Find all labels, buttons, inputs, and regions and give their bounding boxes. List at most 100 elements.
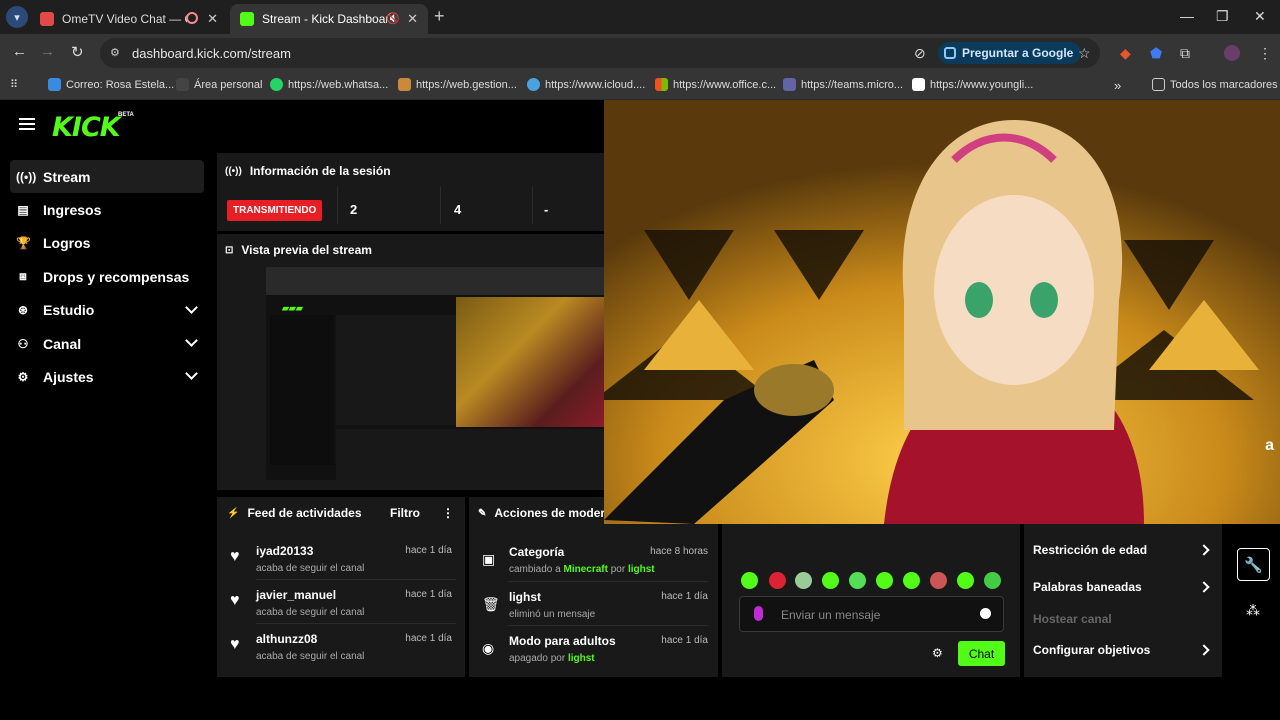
stream-preview-thumbnail[interactable]: ▰▰▰ [266, 267, 604, 480]
bookmark-item[interactable]: https://web.whatsa... [270, 78, 388, 91]
bookmark-item[interactable]: https://www.youngli... [912, 78, 1033, 91]
bookmark-item[interactable]: https://web.gestion... [398, 78, 517, 91]
tab-ometv[interactable]: OmeTV Video Chat — Ome ✕ [30, 4, 228, 34]
session-stat: 2 [350, 202, 358, 217]
divider [440, 186, 441, 224]
activity-feed-title: ⚡ Feed de actividades [227, 506, 362, 520]
bolt-icon: ⚡ [227, 507, 240, 519]
heart-icon: ♥ [230, 548, 240, 565]
extension-shield-icon[interactable]: ⬟ [1150, 45, 1162, 62]
emote-icon[interactable] [957, 572, 974, 589]
divider [532, 186, 533, 224]
emote-icon[interactable] [984, 572, 1001, 589]
emote-icon[interactable] [822, 572, 839, 589]
trash-icon: 🗑 [482, 596, 500, 612]
emote-icon[interactable] [876, 572, 893, 589]
back-icon[interactable]: ← [12, 43, 27, 60]
eye-off-icon[interactable]: ⊘ [914, 45, 926, 62]
tab-title: Stream - Kick Dashboard [262, 12, 387, 26]
feed-options-icon[interactable]: ⋮ [442, 506, 454, 520]
close-tab-icon[interactable]: ✕ [207, 11, 218, 27]
banned-words-item[interactable]: Palabras baneadas [1033, 580, 1142, 594]
maximize-icon[interactable]: ❐ [1216, 8, 1229, 25]
url-text: dashboard.kick.com/stream [132, 45, 291, 61]
broadcast-icon: ((•)) [16, 169, 37, 184]
menu-dots-icon[interactable]: ⋮ [1258, 45, 1272, 62]
muted-icon[interactable]: 🔇 [386, 12, 400, 25]
divider [256, 623, 456, 624]
apps-icon[interactable]: ⠿ [10, 78, 18, 91]
sidebar-item-estudio[interactable]: ⊛ Estudio [10, 294, 204, 327]
bookmarks-bar: ⠿ Correo: Rosa Estela... Área personal h… [0, 72, 1280, 100]
emote-icon[interactable] [903, 572, 920, 589]
emote-icon[interactable] [849, 572, 866, 589]
feed-item: ♥ javier_manuel hace 1 día acaba de segu… [230, 588, 452, 618]
live-status-badge: TRANSMITIENDO [227, 200, 323, 221]
sidebar-item-ingresos[interactable]: ▤ Ingresos [10, 193, 204, 226]
more-bookmarks-button[interactable]: » [1114, 78, 1121, 93]
session-stat: - [544, 202, 549, 217]
star-icon[interactable]: ☆ [1078, 45, 1091, 62]
emote-icon[interactable] [769, 572, 786, 589]
close-window-icon[interactable]: ✕ [1254, 8, 1266, 25]
sidebar-item-drops[interactable]: ⧆ Drops y recompensas [10, 260, 204, 293]
site-info-icon[interactable]: ⚙ [110, 46, 124, 60]
mod-actions-title: ✎ Acciones de moder [478, 506, 606, 520]
profile-avatar[interactable] [1224, 45, 1240, 61]
kick-favicon-icon [240, 12, 254, 26]
chat-settings-gear-icon[interactable]: ⚙ [932, 646, 943, 660]
tab-title: OmeTV Video Chat — Ome [62, 12, 187, 26]
mod-item: ◉ Modo para adultos hace 1 día apagado p… [482, 634, 708, 664]
ometv-favicon-icon [40, 12, 54, 26]
gear-icon: ⚙ [17, 370, 29, 385]
new-tab-button[interactable]: + [434, 6, 445, 27]
bookmark-item[interactable]: https://www.icloud.... [527, 78, 645, 91]
close-tab-icon[interactable]: ✕ [407, 11, 418, 27]
age-restriction-item[interactable]: Restricción de edad [1033, 543, 1147, 557]
feed-item: ♥ althunzz08 hace 1 día acaba de seguir … [230, 632, 452, 662]
forward-icon[interactable]: → [40, 43, 55, 60]
minimize-icon[interactable]: — [1180, 8, 1194, 24]
sidebar-item-stream[interactable]: ((•)) Stream [10, 160, 204, 194]
category-icon: ▣ [482, 551, 496, 567]
chevron-down-icon [185, 367, 198, 381]
extension-fox-icon[interactable]: ◆ [1120, 45, 1131, 62]
emote-icon[interactable] [930, 572, 947, 589]
ask-google-button[interactable]: Preguntar a Google [938, 42, 1082, 64]
tab-search-button[interactable]: ▾ [6, 6, 28, 28]
sidebar-item-logros[interactable]: 🏆 Logros [10, 227, 204, 260]
kick-logo[interactable]: KICK [52, 112, 121, 143]
chevron-down-icon [185, 300, 198, 314]
broadcast-icon: ((•)) [225, 165, 242, 177]
share-icon[interactable]: ⁂ [1246, 602, 1260, 619]
bookmark-item[interactable]: Correo: Rosa Estela... [48, 78, 174, 91]
tab-kick[interactable]: Stream - Kick Dashboard 🔇 ✕ [230, 4, 428, 34]
all-bookmarks-folder[interactable]: Todos los marcadores [1152, 78, 1278, 91]
hamburger-menu-icon[interactable] [19, 118, 35, 130]
wrench-icon[interactable]: 🔧 [1237, 548, 1270, 581]
emoji-icon[interactable] [980, 608, 991, 619]
set-goals-item[interactable]: Configurar objetivos [1033, 643, 1150, 657]
session-stat: 4 [454, 202, 462, 217]
microphone-icon[interactable] [754, 606, 763, 621]
reload-icon[interactable]: ↻ [71, 43, 84, 61]
chat-send-button[interactable]: Chat [958, 641, 1005, 666]
chart-icon: ▤ [17, 203, 29, 218]
divider [508, 581, 708, 582]
sidebar: ((•)) Stream ▤ Ingresos 🏆 Logros ⧆ Drops y r… [10, 160, 204, 394]
sidebar-item-canal[interactable]: ⚇ Canal [10, 327, 204, 360]
feed-filter-button[interactable]: Filtro [390, 506, 420, 520]
extensions-icon[interactable]: ⧉ [1180, 45, 1190, 62]
emote-icon[interactable] [741, 572, 758, 589]
sidebar-item-ajustes[interactable]: ⚙ Ajustes [10, 360, 204, 393]
bookmark-item[interactable]: https://www.office.c... [655, 78, 776, 91]
chat-message-input[interactable]: Enviar un mensaje [739, 596, 1004, 632]
heart-icon: ♥ [230, 592, 240, 609]
emote-icon[interactable] [795, 572, 812, 589]
stream-preview-title: ⊡ Vista previa del stream [225, 243, 372, 257]
lens-icon [944, 47, 956, 59]
preview-icon: ⊡ [225, 244, 234, 256]
video-frame-illustration: a [604, 100, 1280, 524]
bookmark-item[interactable]: Área personal [176, 78, 263, 91]
bookmark-item[interactable]: https://teams.micro... [783, 78, 903, 91]
